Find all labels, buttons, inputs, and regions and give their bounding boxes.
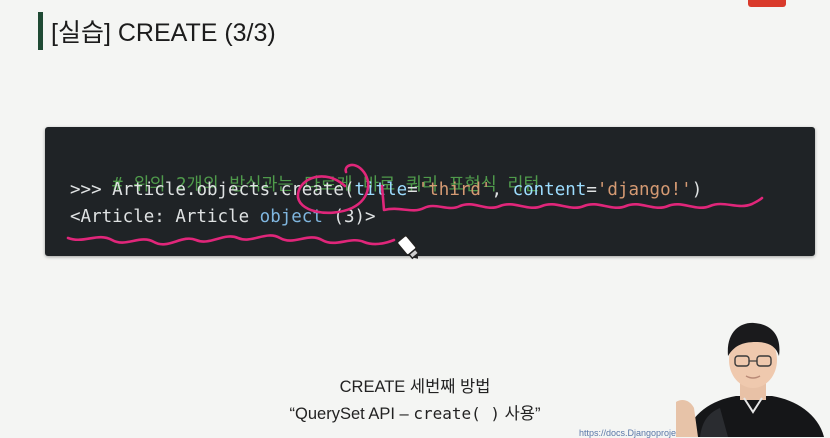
code-string-third: 'third' — [417, 180, 492, 200]
code-param-title: title — [354, 180, 408, 200]
presenter-video — [676, 322, 824, 437]
caption-api-code: create( ) — [413, 404, 501, 423]
highlighter-cursor-icon — [396, 234, 420, 260]
code-separator: , — [491, 180, 513, 200]
code-param-content: content — [512, 180, 587, 200]
code-close-paren: ) — [691, 180, 703, 200]
live-badge — [748, 0, 786, 7]
caption-method: CREATE 세번째 방법 — [339, 378, 491, 396]
caption-api-suffix: 사용” — [500, 405, 541, 423]
code-call: Article.objects.create( — [112, 180, 355, 200]
slide-title: [실습] CREATE (3/3) — [51, 19, 276, 47]
code-input-line: >>> Article.objects.create(title='third'… — [70, 179, 702, 201]
code-output-line: <Article: Article object (3)> — [70, 206, 376, 228]
slide-title-bar: [실습] CREATE (3/3) — [38, 12, 276, 50]
shell-prompt: >>> — [70, 180, 113, 200]
code-output-close: (3)> — [322, 207, 376, 227]
caption-api: “QuerySet API – create( ) 사용” — [260, 400, 570, 424]
code-output-open: <Article: Article — [70, 207, 260, 227]
code-output-object: object — [259, 207, 323, 227]
code-equals: = — [586, 180, 597, 200]
caption-api-prefix: “QuerySet API – — [289, 405, 414, 423]
code-string-django: 'django!' — [596, 180, 692, 200]
code-equals: = — [407, 180, 418, 200]
code-block: # 위의 2개의 방식과는 다르게 바로 쿼리 표현식 리턴 >>> Artic… — [45, 127, 815, 256]
